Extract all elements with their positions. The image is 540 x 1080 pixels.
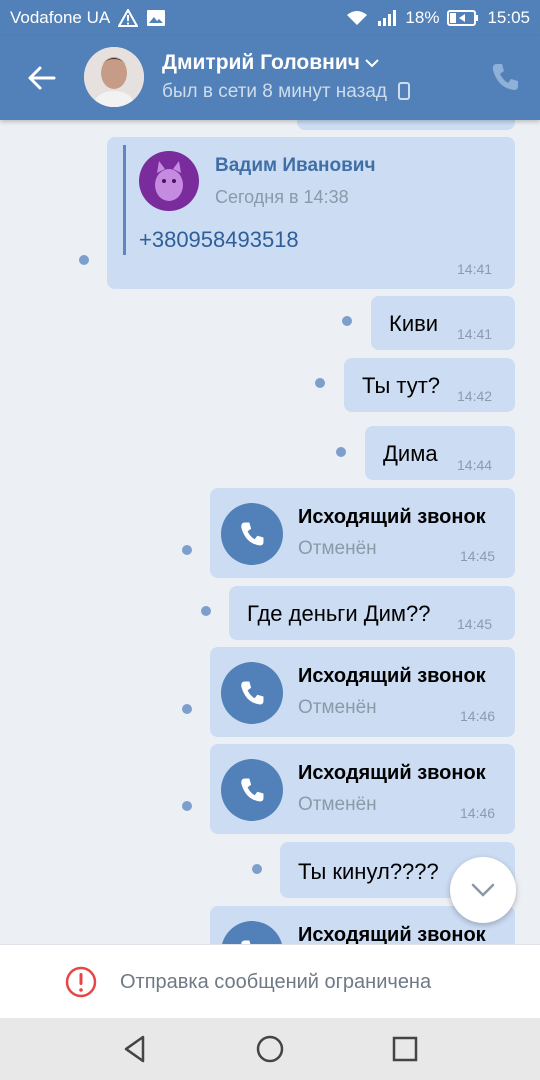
wifi-icon bbox=[347, 11, 368, 25]
message-bubble[interactable]: Ты тут? 14:42 bbox=[344, 358, 515, 412]
back-arrow-icon[interactable] bbox=[24, 60, 60, 96]
message-text: Киви bbox=[389, 311, 439, 336]
forward-line bbox=[123, 145, 126, 255]
gallery-icon bbox=[147, 10, 166, 26]
signal-icon bbox=[378, 10, 397, 26]
unread-indicator bbox=[182, 704, 192, 714]
contact-name[interactable]: Дмитрий Головнич bbox=[162, 51, 380, 75]
carrier-label: Vodafone UA bbox=[10, 8, 111, 27]
unread-indicator bbox=[315, 378, 325, 388]
message-time: 14:44 bbox=[457, 457, 493, 473]
message-text: Дима bbox=[383, 441, 438, 466]
message-text: Где деньги Дим?? bbox=[247, 601, 431, 626]
message-time: 14:46 bbox=[460, 708, 496, 724]
call-icon[interactable] bbox=[221, 503, 283, 565]
call-icon[interactable] bbox=[221, 662, 283, 724]
restriction-banner: Отправка сообщений ограничена bbox=[0, 944, 540, 1018]
alert-icon bbox=[118, 9, 139, 27]
message-text: Ты кинул???? bbox=[298, 859, 439, 884]
call-title: Исходящий звонок bbox=[298, 506, 486, 528]
status-bar: Vodafone UA 18% 15:05 bbox=[0, 0, 540, 36]
system-nav-bar bbox=[0, 1018, 540, 1080]
unread-indicator bbox=[252, 864, 262, 874]
nav-recent-icon[interactable] bbox=[388, 1032, 422, 1066]
unread-indicator bbox=[79, 255, 89, 265]
call-title: Исходящий звонок bbox=[298, 762, 486, 784]
battery-percent: 18% bbox=[405, 8, 440, 27]
call-title: Исходящий звонок bbox=[298, 924, 486, 944]
unread-indicator bbox=[336, 447, 346, 457]
forward-text[interactable]: +380958493518 bbox=[139, 227, 299, 253]
scroll-down-button[interactable] bbox=[450, 857, 516, 923]
message-time: 14:45 bbox=[457, 616, 493, 632]
chevron-down-icon bbox=[365, 59, 379, 68]
chat-header: Дмитрий Головнич был в сети 8 минут наза… bbox=[0, 36, 540, 120]
call-status: Отменён bbox=[298, 538, 377, 559]
call-title: Исходящий звонок bbox=[298, 665, 486, 687]
call-message[interactable]: Исходящий звонок Отменён 14:46 bbox=[210, 647, 515, 737]
message-time: 14:45 bbox=[460, 548, 496, 564]
call-icon[interactable] bbox=[221, 759, 283, 821]
unread-indicator bbox=[201, 606, 211, 616]
message-list[interactable]: Вадим Иванович Сегодня в 14:38 +38095849… bbox=[0, 120, 540, 944]
message-time: 14:46 bbox=[460, 805, 496, 821]
clock: 15:05 bbox=[487, 8, 530, 27]
warning-circle-icon bbox=[65, 966, 97, 998]
call-status: Отменён bbox=[298, 794, 377, 815]
message-time: 14:41 bbox=[457, 326, 493, 342]
unread-indicator bbox=[342, 316, 352, 326]
forward-date: Сегодня в 14:38 bbox=[215, 187, 349, 207]
message-bubble[interactable]: Где деньги Дим?? 14:45 bbox=[229, 586, 515, 640]
message-bubble[interactable] bbox=[297, 120, 515, 130]
call-message[interactable]: Исходящий звонок Отменён 14:46 bbox=[210, 744, 515, 834]
message-bubble[interactable]: Дима 14:44 bbox=[365, 426, 515, 480]
mobile-icon bbox=[398, 82, 411, 100]
message-time: 14:42 bbox=[457, 388, 493, 404]
message-bubble[interactable]: Киви 14:41 bbox=[371, 296, 515, 350]
unread-indicator bbox=[182, 801, 192, 811]
message-text: Ты тут? bbox=[362, 373, 441, 398]
nav-back-icon[interactable] bbox=[118, 1032, 152, 1066]
forward-author-avatar[interactable] bbox=[139, 151, 199, 211]
contact-status: был в сети 8 минут назад bbox=[162, 81, 411, 103]
call-message[interactable]: Исходящий звонок Отменён 14:45 bbox=[210, 488, 515, 578]
chevron-down-icon bbox=[471, 883, 495, 897]
restriction-text: Отправка сообщений ограничена bbox=[120, 971, 432, 993]
battery-icon bbox=[447, 10, 479, 26]
phone-icon[interactable] bbox=[488, 60, 522, 94]
unread-indicator bbox=[182, 545, 192, 555]
call-status: Отменён bbox=[298, 697, 377, 718]
nav-home-icon[interactable] bbox=[253, 1032, 287, 1066]
message-time: 14:41 bbox=[457, 261, 493, 277]
avatar[interactable] bbox=[84, 47, 144, 107]
call-icon[interactable] bbox=[221, 921, 283, 944]
forward-author[interactable]: Вадим Иванович bbox=[215, 155, 376, 177]
forwarded-message[interactable]: Вадим Иванович Сегодня в 14:38 +38095849… bbox=[107, 137, 515, 289]
